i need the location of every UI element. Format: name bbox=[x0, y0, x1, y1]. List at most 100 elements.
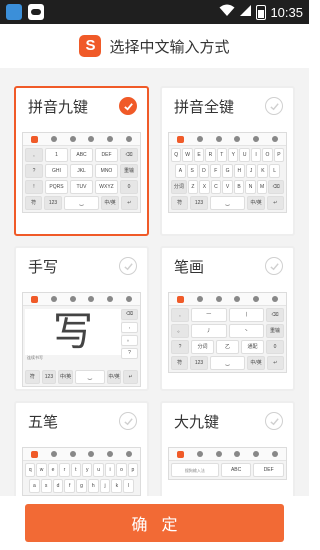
signal-icon bbox=[239, 4, 252, 20]
key: WXYZ bbox=[95, 180, 118, 194]
backspace-key-icon: ⌫ bbox=[120, 148, 138, 162]
key: , bbox=[121, 322, 138, 333]
key: 符 bbox=[171, 196, 189, 210]
key: q bbox=[25, 463, 36, 477]
handwriting-side-keys: ⌫ , 。 ? bbox=[121, 309, 138, 359]
space-key-icon: ‿ bbox=[209, 356, 246, 370]
sogou-small-icon bbox=[31, 135, 39, 143]
key: 123 bbox=[190, 196, 208, 210]
key: 重输 bbox=[266, 324, 284, 338]
enter-key-icon: ↵ bbox=[123, 370, 139, 384]
key: ! bbox=[25, 180, 43, 194]
key: 。 bbox=[121, 335, 138, 346]
collapse-icon bbox=[271, 451, 278, 457]
key: A bbox=[175, 164, 186, 178]
enter-key-icon: ↵ bbox=[266, 356, 285, 370]
key: O bbox=[262, 148, 273, 162]
check-unselected-icon[interactable] bbox=[265, 97, 283, 115]
check-unselected-icon[interactable] bbox=[265, 257, 283, 275]
key: 符 bbox=[25, 370, 40, 384]
backspace-key-icon: ⌫ bbox=[266, 308, 284, 322]
key: 重输 bbox=[120, 164, 138, 178]
key: 丿 bbox=[191, 324, 227, 338]
enter-key-icon: ↵ bbox=[266, 196, 285, 210]
keyboard-toolbar bbox=[23, 448, 140, 461]
key: , bbox=[25, 148, 43, 162]
keyboard-icon bbox=[215, 451, 222, 457]
option-stroke[interactable]: 笔画 , 一 丨 ⌫ 。 丿 丶 重输 ? 分词 乙 通配 0 符 123 ‿ … bbox=[160, 246, 295, 391]
keyboard-preview: 写 连续书写 ⌫ , 。 ? 符 123 中/英 ‿ 中/英 ↵ bbox=[22, 292, 141, 387]
check-unselected-icon[interactable] bbox=[119, 257, 137, 275]
handwriting-caption: 连续书写 bbox=[27, 355, 43, 360]
key: 123 bbox=[190, 356, 208, 370]
status-right: 10:35 bbox=[219, 3, 303, 21]
cursor-move-icon bbox=[234, 136, 241, 142]
header: S 选择中文输入方式 bbox=[0, 24, 309, 68]
key: MNO bbox=[95, 164, 118, 178]
photo-app-icon bbox=[6, 4, 22, 20]
option-large-9key[interactable]: 大九键 搜狗输入法 ABC DEF bbox=[160, 401, 295, 496]
confirm-button[interactable]: 确定 bbox=[25, 504, 284, 542]
collapse-icon bbox=[125, 296, 132, 302]
edit-icon bbox=[252, 136, 259, 142]
key: d bbox=[52, 479, 64, 493]
option-title: 五笔 bbox=[28, 413, 59, 431]
edit-icon bbox=[252, 296, 259, 302]
check-unselected-icon[interactable] bbox=[119, 412, 137, 430]
option-pinyin-9key[interactable]: 拼音九键 , 1 ABC DEF ⌫ ? GHI JKL MNO 重输 ! PQ… bbox=[14, 86, 149, 236]
backspace-key-icon: ⌫ bbox=[121, 309, 138, 320]
key: a bbox=[29, 479, 40, 493]
key: U bbox=[239, 148, 250, 162]
key: N bbox=[245, 180, 256, 194]
key: GHI bbox=[45, 164, 68, 178]
keyboard-preview: Q W E R T Y U I O P A S D F G H J K L 分词… bbox=[168, 132, 287, 213]
key: ? bbox=[121, 348, 138, 359]
cursor-move-icon bbox=[234, 451, 241, 457]
key: 中/英 bbox=[247, 356, 265, 370]
keyboard-preview: q w e r t y u i o p a s d f g h j k l bbox=[22, 447, 141, 496]
key: Z bbox=[187, 180, 199, 194]
key: 分词 bbox=[191, 340, 214, 354]
space-key-icon: ‿ bbox=[63, 196, 100, 210]
collapse-icon bbox=[271, 136, 278, 142]
option-wubi[interactable]: 五笔 q w e r t y u i o p a s d f g h j k l bbox=[14, 401, 149, 496]
key: W bbox=[182, 148, 193, 162]
sogou-small-icon bbox=[31, 295, 39, 303]
key: f bbox=[64, 479, 76, 493]
key: 中/英 bbox=[101, 196, 119, 210]
keyboard-icon bbox=[69, 136, 76, 142]
cursor-move-icon bbox=[88, 136, 95, 142]
key: i bbox=[104, 463, 116, 477]
keyboard-preview: , 1 ABC DEF ⌫ ? GHI JKL MNO 重输 ! PQRS TU… bbox=[22, 132, 141, 213]
edit-icon bbox=[106, 451, 113, 457]
key: 中/英 bbox=[58, 370, 73, 384]
key: JKL bbox=[70, 164, 93, 178]
key: h bbox=[87, 479, 99, 493]
keyboard-toolbar bbox=[169, 133, 286, 146]
emoji-icon bbox=[196, 136, 203, 142]
key: 丨 bbox=[228, 308, 264, 322]
key: k bbox=[111, 479, 123, 493]
keyboard-toolbar bbox=[23, 293, 140, 306]
option-pinyin-full[interactable]: 拼音全键 Q W E R T Y U I O P A S D F G H J K… bbox=[160, 86, 295, 236]
key: 。 bbox=[171, 324, 189, 338]
key: D bbox=[198, 164, 210, 178]
option-handwriting[interactable]: 手写 写 连续书写 ⌫ , 。 ? 符 123 中/英 ‿ 中/英 ↵ bbox=[14, 246, 149, 391]
check-unselected-icon[interactable] bbox=[265, 412, 283, 430]
sogou-small-icon bbox=[177, 135, 185, 143]
key: T bbox=[216, 148, 228, 162]
option-title: 拼音九键 bbox=[28, 98, 89, 116]
key: G bbox=[222, 164, 233, 178]
sogou-logo-icon: S bbox=[79, 35, 102, 57]
check-selected-icon[interactable] bbox=[119, 97, 137, 115]
footer: 确定 bbox=[0, 496, 309, 550]
wifi-icon bbox=[219, 4, 235, 20]
key: 0 bbox=[120, 180, 138, 194]
key: ? bbox=[25, 164, 43, 178]
backspace-key-icon: ⌫ bbox=[268, 180, 284, 194]
keyboard-toolbar bbox=[169, 293, 286, 306]
emoji-icon bbox=[196, 451, 203, 457]
key: DEF bbox=[95, 148, 118, 162]
collapse-icon bbox=[125, 136, 132, 142]
keyboard-preview: 搜狗输入法 ABC DEF bbox=[168, 447, 287, 480]
